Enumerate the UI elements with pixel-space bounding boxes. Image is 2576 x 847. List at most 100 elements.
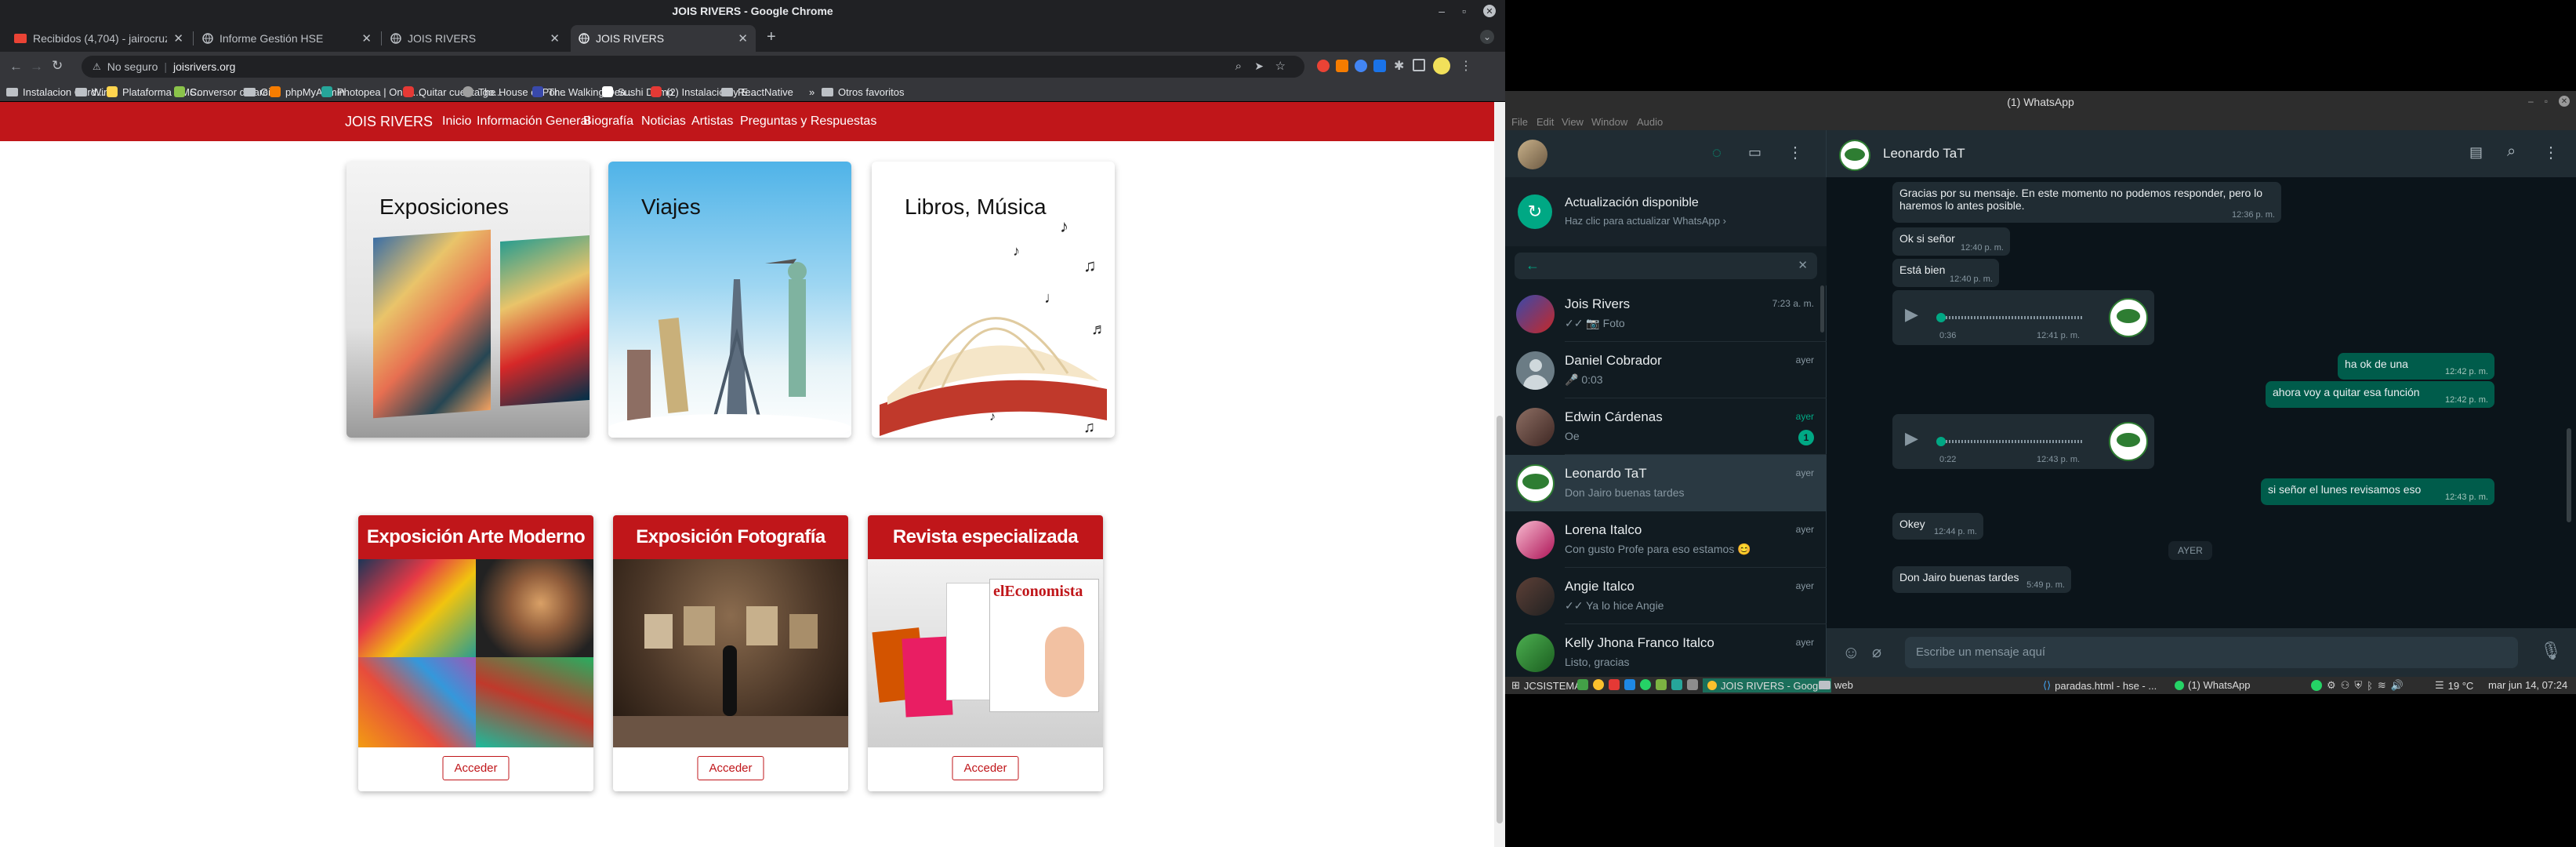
search-icon[interactable]: ⌕ (1235, 60, 1242, 73)
attach-icon[interactable]: ⌀ (1872, 642, 1881, 662)
nav-inicio[interactable]: Inicio (442, 115, 471, 129)
filezilla-icon[interactable] (1609, 679, 1620, 690)
whatsapp-tray-icon[interactable] (2311, 680, 2322, 691)
hero-card-exposiciones[interactable]: Exposiciones (346, 162, 590, 438)
page-scrollbar[interactable] (1494, 102, 1505, 847)
acceder-button[interactable]: Acceder (697, 756, 764, 780)
nav-biografia[interactable]: Biografía (583, 115, 633, 129)
play-icon[interactable]: ▶ (1905, 428, 1918, 449)
clear-search-icon[interactable]: ✕ (1798, 258, 1808, 272)
avatar[interactable] (1839, 140, 1870, 171)
scrollbar-thumb[interactable] (1497, 416, 1503, 823)
menu-audio[interactable]: Audio (1637, 116, 1663, 128)
extension-icon[interactable] (1336, 60, 1348, 72)
chat-item-jois-rivers[interactable]: Jois Rivers ✓✓ 📷 Foto 7:23 a. m. (1505, 285, 1827, 342)
microphone-icon[interactable]: 🎙 (2540, 641, 2562, 661)
hero-card-viajes[interactable]: Viajes (608, 162, 851, 438)
chrome-icon[interactable] (1593, 679, 1604, 690)
search-icon[interactable]: ⌕ (2507, 143, 2516, 161)
chat-item-edwin-cardenas[interactable]: Edwin Cárdenas Oe ayer 1 (1505, 398, 1827, 455)
tray-icon[interactable]: ⚇ (2341, 679, 2350, 692)
extension-icon[interactable] (1317, 60, 1330, 72)
clock[interactable]: mar jun 14, 07:24 (2488, 679, 2567, 691)
back-icon[interactable]: ← (9, 59, 23, 75)
tab-gmail[interactable]: Recibidos (4,704) - jairocruzo... ✕ (6, 25, 191, 52)
app-icon[interactable] (1656, 679, 1667, 690)
tab-informe[interactable]: Informe Gestión HSE ✕ (194, 25, 379, 52)
close-icon[interactable]: ✕ (2559, 96, 2570, 107)
nav-artistas[interactable]: Artistas (691, 115, 733, 129)
hero-card-libros-musica[interactable]: ♪ ♫ ♩ ♬ ♪ ♪ ♫ Libros, Música (872, 162, 1115, 438)
bluetooth-icon[interactable]: ᛒ (2367, 680, 2373, 692)
app-icon[interactable] (1624, 679, 1635, 690)
avatar[interactable] (1518, 140, 1547, 169)
tab-jois-rivers[interactable]: JOIS RIVERS ✕ (383, 25, 568, 52)
search-input[interactable]: ← ✕ (1515, 253, 1817, 279)
taskbar-item-whatsapp[interactable]: (1) WhatsApp (2175, 679, 2250, 691)
audio-slider-handle[interactable] (1936, 437, 1946, 446)
site-brand[interactable]: JOIS RIVERS (345, 114, 433, 130)
new-chat-icon[interactable]: ▭ (1748, 144, 1761, 161)
maximize-icon[interactable]: ▫ (2545, 96, 2548, 107)
catalog-icon[interactable]: ▤ (2469, 144, 2483, 161)
back-arrow-icon[interactable]: ← (1526, 257, 1540, 274)
contact-name[interactable]: Leonardo TaT (1883, 146, 1965, 162)
acceder-button[interactable]: Acceder (952, 756, 1019, 780)
sidepanel-icon[interactable] (1413, 59, 1425, 71)
chat-item-daniel-cobrador[interactable]: Daniel Cobrador 🎤 0:03 ayer (1505, 342, 1827, 398)
status-icon[interactable]: ◌ (1712, 144, 1722, 162)
nav-informacion-general[interactable]: Información General (477, 115, 590, 129)
chat-list-scrollbar[interactable] (1820, 285, 1824, 333)
emoji-icon[interactable]: ☺ (1842, 642, 1859, 663)
message-input[interactable]: Escribe un mensaje aquí (1905, 637, 2518, 668)
chat-item-kelly-jhona[interactable]: Kelly Jhona Franco Italco Listo, gracias… (1505, 624, 1827, 677)
menu-kebab-icon[interactable]: ⋮ (2543, 143, 2559, 162)
menu-kebab-icon[interactable]: ⋮ (1460, 58, 1472, 74)
taskbar-item-vscode[interactable]: ⟨⟩ paradas.html - hse - ... (2043, 679, 2157, 692)
menu-kebab-icon[interactable]: ⋮ (1787, 143, 1803, 162)
tab-search-icon[interactable]: ⌄ (1480, 30, 1494, 44)
avatar[interactable] (1433, 57, 1450, 75)
bookmark-folder[interactable]: Git (244, 85, 274, 99)
extension-icon[interactable] (1373, 60, 1386, 72)
message-scrollbar[interactable] (2567, 428, 2571, 522)
bookmarks-overflow-icon[interactable]: » (809, 85, 815, 99)
taskbar-item-chrome[interactable]: JOIS RIVERS - Goog... (1703, 678, 1832, 693)
share-icon[interactable]: ➤ (1254, 60, 1264, 73)
taskbar-item-web[interactable]: web (1819, 679, 1853, 691)
maximize-icon[interactable]: ▫ (1462, 5, 1466, 17)
audio-slider-handle[interactable] (1936, 313, 1946, 322)
volume-icon[interactable]: 🔊 (2391, 679, 2404, 692)
app-icon[interactable] (1577, 679, 1588, 690)
nav-preguntas-respuestas[interactable]: Preguntas y Respuestas (740, 115, 876, 129)
wifi-icon[interactable]: ≋ (2378, 679, 2386, 692)
whatsapp-icon[interactable] (1640, 679, 1651, 690)
extensions-puzzle-icon[interactable]: ✱ (1394, 58, 1404, 74)
minimize-icon[interactable]: – (1439, 5, 1445, 17)
menu-edit[interactable]: Edit (1537, 116, 1554, 128)
folder-icon[interactable] (1687, 679, 1698, 690)
menu-view[interactable]: View (1562, 116, 1584, 128)
chat-item-leonardo-tat[interactable]: Leonardo TaT Don Jairo buenas tardes aye… (1505, 455, 1827, 511)
other-bookmarks-folder[interactable]: Otros favoritos (822, 85, 905, 99)
reload-icon[interactable]: ↻ (52, 58, 63, 74)
extension-icon[interactable] (1355, 60, 1367, 72)
shield-icon[interactable]: ⛨ (2354, 679, 2362, 692)
tab-close-icon[interactable]: ✕ (738, 31, 748, 45)
menu-window[interactable]: Window (1591, 116, 1627, 128)
address-bar[interactable]: ⚠ No seguro | joisrivers.org ⌕ ➤ ☆ (82, 56, 1304, 78)
bookmark-star-icon[interactable]: ☆ (1275, 59, 1286, 73)
weather[interactable]: ☰ 19 °C (2435, 679, 2473, 692)
tab-jois-rivers-active[interactable]: JOIS RIVERS ✕ (571, 25, 756, 52)
acceder-button[interactable]: Acceder (442, 756, 510, 780)
tab-close-icon[interactable]: ✕ (550, 31, 560, 45)
chat-item-angie-italco[interactable]: Angie Italco ✓✓ Ya lo hice Angie ayer (1505, 568, 1827, 624)
tab-close-icon[interactable]: ✕ (361, 31, 372, 45)
chat-item-lorena-italco[interactable]: Lorena Italco Con gusto Profe para eso e… (1505, 511, 1827, 568)
start-menu-button[interactable]: ⊞ JCSISTEMAS (1511, 679, 1588, 692)
audio-waveform[interactable] (1939, 316, 2084, 319)
tab-close-icon[interactable]: ✕ (173, 31, 183, 45)
audio-waveform[interactable] (1939, 440, 2084, 443)
app-icon[interactable] (1671, 679, 1682, 690)
new-tab-button[interactable]: + (767, 28, 776, 46)
